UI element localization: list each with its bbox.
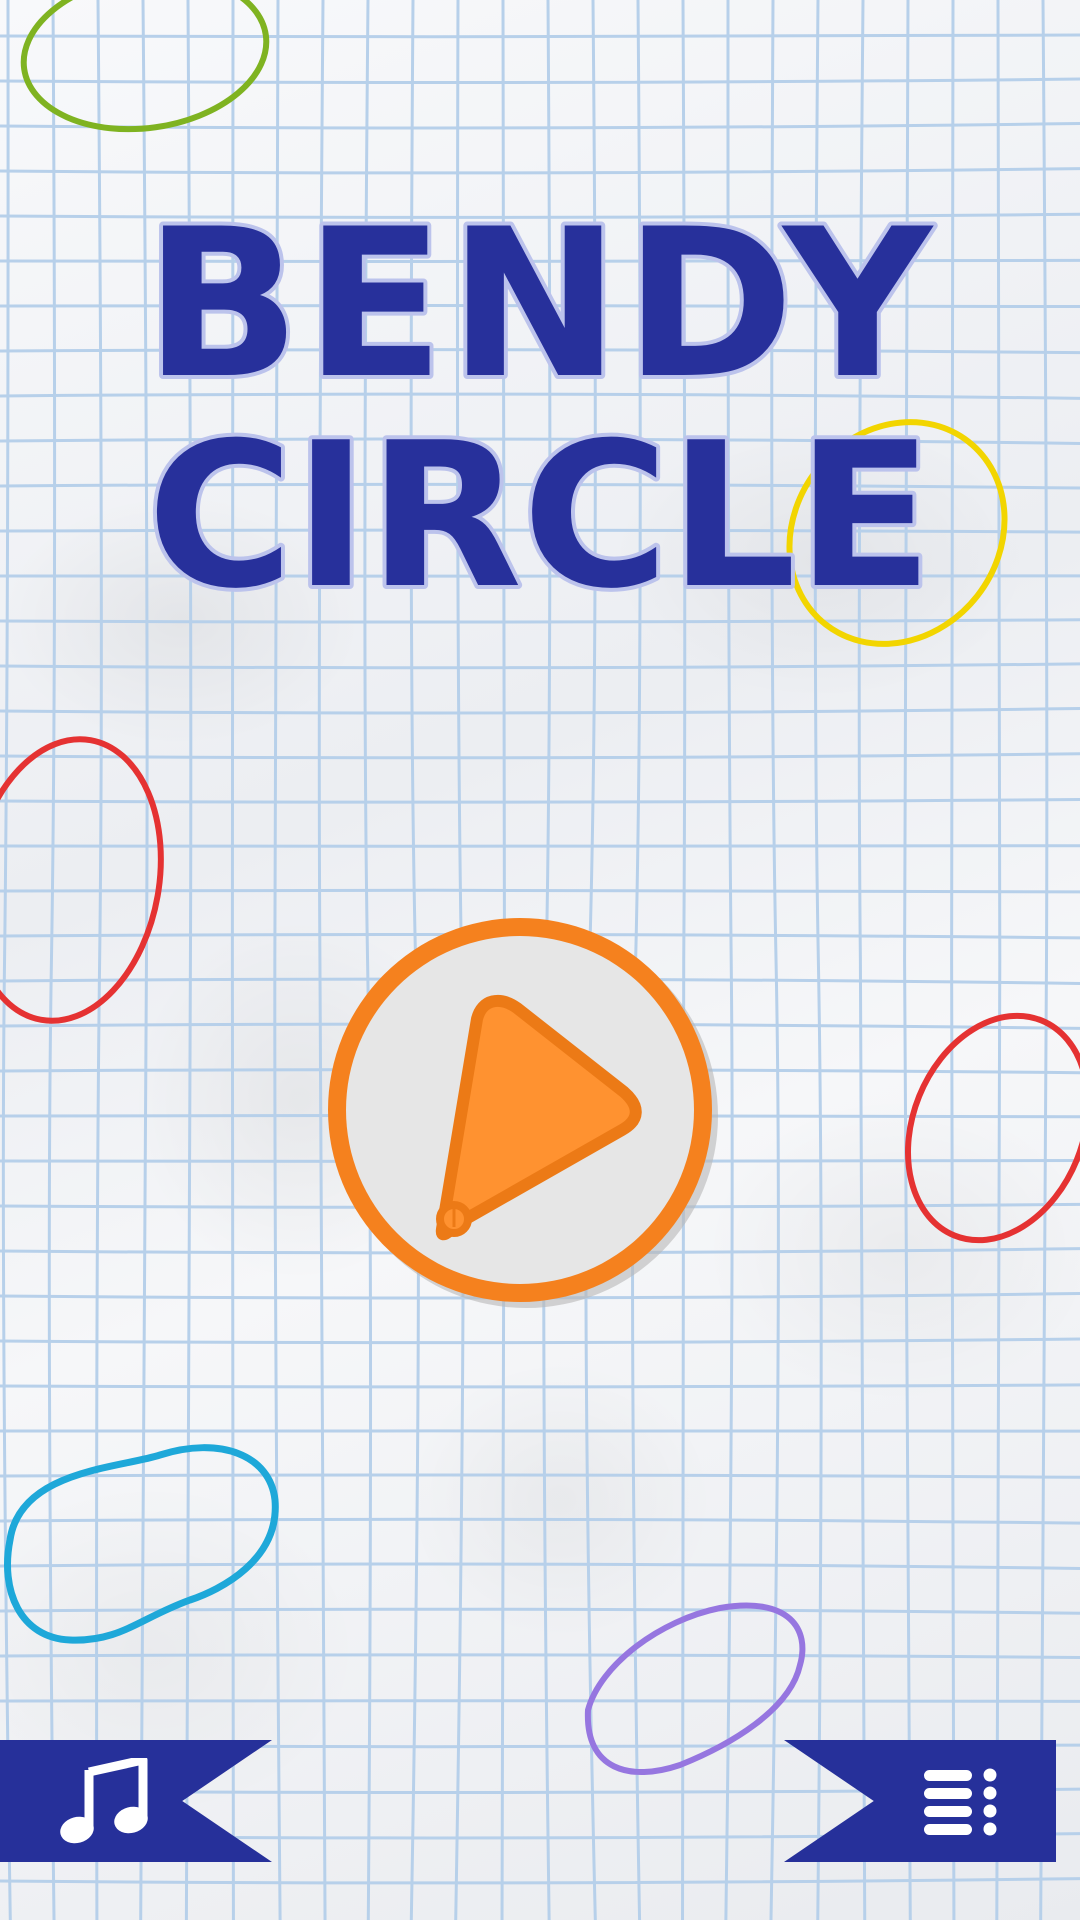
game-title-logo: BENDY CIRCLE bbox=[140, 182, 937, 620]
blue-rubber-band bbox=[4, 1444, 279, 1644]
music-note-icon bbox=[60, 1758, 148, 1844]
red-rubber-band-right bbox=[905, 1012, 1080, 1244]
title-line-1: BENDY bbox=[144, 186, 936, 424]
red-rubber-band-left bbox=[0, 736, 164, 1024]
menu-button[interactable] bbox=[900, 1746, 1020, 1856]
play-button-graphic bbox=[328, 918, 718, 1308]
purple-rubber-band bbox=[584, 1602, 806, 1775]
play-button[interactable] bbox=[322, 912, 718, 1308]
menu-list-icon bbox=[924, 1768, 997, 1836]
title-line-2: CIRCLE bbox=[147, 400, 933, 620]
game-screen: BENDY CIRCLE bbox=[0, 0, 1080, 1920]
green-rubber-band bbox=[20, 0, 270, 133]
music-toggle-button[interactable] bbox=[44, 1746, 164, 1856]
